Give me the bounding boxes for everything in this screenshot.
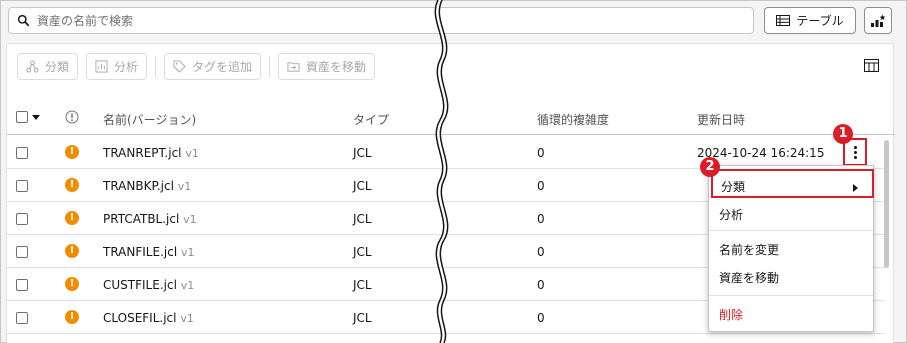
asset-type: JCL [353,311,372,325]
add-tag-button[interactable]: タグを追加 [164,53,262,80]
asset-name: TRANFILE.jcl [103,245,178,259]
callout-badge-1: 1 [833,124,853,144]
screenshot-break-mark [434,0,449,343]
asset-complexity: 0 [537,311,545,325]
table-icon [776,15,791,26]
submenu-arrow-icon [853,184,858,192]
menu-item-classify-label: 分類 [721,180,746,194]
asset-complexity: 0 [537,212,545,226]
callout-badge-2: 2 [700,157,720,177]
asset-version: v1 [180,279,195,292]
column-settings-icon[interactable] [864,59,879,72]
tag-icon [173,60,186,73]
menu-item-move-asset[interactable]: 資産を移動 [719,269,779,286]
asset-type: JCL [353,212,372,226]
asset-complexity: 0 [537,179,545,193]
asset-name-cell[interactable]: CLOSEFIL.jcl v1 [103,311,194,325]
warning-icon: ! [65,244,79,258]
asset-name: PRTCATBL.jcl [103,212,180,226]
menu-item-classify[interactable]: 分類 [711,169,874,198]
menu-item-delete[interactable]: 削除 [719,306,743,323]
add-tag-label: タグを追加 [192,60,253,74]
kebab-dot [853,145,857,149]
warning-icon: ! [65,211,79,225]
warning-icon: ! [65,178,79,192]
column-type[interactable]: タイプ [353,111,389,128]
toolbar-divider [155,55,157,78]
menu-item-rename[interactable]: 名前を変更 [719,241,779,258]
row-checkbox[interactable] [16,213,28,225]
asset-version: v1 [183,213,197,226]
caret-down-icon[interactable] [32,115,40,120]
table-view-button[interactable]: テーブル [764,7,856,34]
search-input[interactable]: 資産の名前で検索 [8,7,754,34]
asset-name-cell[interactable]: PRTCATBL.jcl v1 [103,212,197,226]
search-placeholder: 資産の名前で検索 [37,14,134,28]
analytics-icon [95,60,108,73]
asset-name: CLOSEFIL.jcl [103,311,177,325]
hierarchy-icon [26,60,39,73]
asset-type: JCL [353,245,372,259]
kebab-dot [853,150,857,154]
classify-label: 分類 [45,60,70,74]
asset-version: v1 [180,246,195,259]
menu-item-analyze[interactable]: 分析 [719,206,743,223]
column-updated[interactable]: 更新日時 [697,111,745,128]
move-asset-label: 資産を移動 [306,60,367,74]
chart-view-button[interactable] [864,7,892,34]
row-checkbox[interactable] [16,180,28,192]
row-checkbox[interactable] [16,279,28,291]
analyze-button[interactable]: 分析 [86,53,148,80]
action-toolbar: 分類 分析 タグを追加 資産を移動 [17,53,376,80]
warning-icon: ! [65,145,79,159]
row-checkbox[interactable] [16,147,28,159]
warning-icon: ! [65,310,79,324]
asset-name-cell[interactable]: TRANFILE.jcl v1 [103,245,195,259]
column-complexity[interactable]: 循環的複雑度 [537,111,609,128]
menu-divider [709,230,873,231]
asset-complexity: 0 [537,278,545,292]
asset-version: v1 [180,312,194,325]
warning-icon: ! [65,277,79,291]
asset-name-cell[interactable]: TRANBKP.jcl v1 [103,179,191,193]
folder-move-icon [287,62,300,72]
asset-version: v1 [177,180,192,193]
asset-type: JCL [353,278,372,292]
row-checkbox[interactable] [16,246,28,258]
search-icon [17,14,30,27]
asset-complexity: 0 [537,146,545,160]
classify-button[interactable]: 分類 [17,53,79,80]
row-checkbox[interactable] [16,312,28,324]
table-view-label: テーブル [796,14,844,28]
info-circle-icon [65,110,79,124]
menu-divider [709,295,873,296]
asset-name: CUSTFILE.jcl [103,278,177,292]
vertical-scrollbar[interactable] [884,140,889,268]
column-name[interactable]: 名前(バージョン) [103,111,196,128]
asset-name-cell[interactable]: CUSTFILE.jcl v1 [103,278,194,292]
row-context-menu: 分類 分析 名前を変更 資産を移動 削除 [708,165,874,332]
move-asset-button[interactable]: 資産を移動 [278,53,376,80]
analyze-label: 分析 [114,60,139,74]
asset-name: TRANBKP.jcl [103,179,174,193]
asset-complexity: 0 [537,245,545,259]
select-all-checkbox[interactable] [16,111,28,123]
asset-name: TRANREPT.jcl [103,146,182,160]
bar-chart-star-icon [871,14,886,27]
asset-type: JCL [353,146,372,160]
asset-version: v1 [185,147,199,160]
kebab-dot [853,155,857,159]
asset-updated: 2024-10-24 16:24:15 [697,146,825,160]
toolbar-divider [269,55,271,78]
asset-type: JCL [353,179,372,193]
asset-name-cell[interactable]: TRANREPT.jcl v1 [103,146,199,160]
